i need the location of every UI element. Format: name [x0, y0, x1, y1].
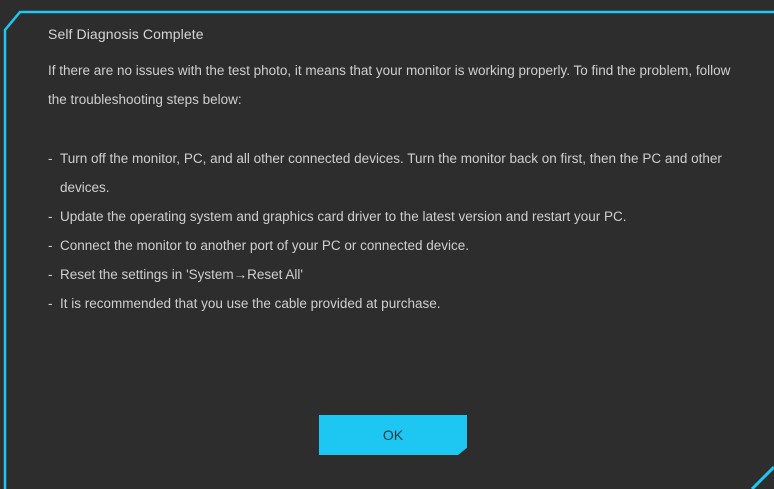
list-bullet: -: [48, 238, 53, 253]
step-text: Update the operating system and graphics…: [60, 209, 627, 224]
step-text: Connect the monitor to another port of y…: [60, 238, 469, 253]
dialog-message: If there are no issues with the test pho…: [48, 63, 731, 107]
troubleshooting-steps-list: - Turn off the monitor, PC, and all other…: [48, 144, 748, 318]
list-item: - Update the operating system and graphic…: [48, 202, 748, 231]
list-item: - Turn off the monitor, PC, and all other…: [48, 144, 748, 202]
self-diagnosis-dialog: Self Diagnosis Complete If there are no …: [0, 0, 774, 489]
list-item: - Connect the monitor to another port of …: [48, 231, 748, 260]
list-bullet: -: [48, 296, 53, 311]
list-item: - It is recommended that you use the cabl…: [48, 289, 748, 318]
list-item: - Reset the settings in 'System→Reset All…: [48, 260, 748, 289]
list-bullet: -: [48, 209, 53, 224]
list-bullet: -: [48, 151, 53, 166]
step-text: Turn off the monitor, PC, and all other …: [60, 151, 722, 195]
dialog-title: Self Diagnosis Complete: [48, 26, 204, 42]
step-text: Reset the settings in 'System→Reset All': [60, 267, 304, 282]
ok-button[interactable]: OK: [319, 415, 467, 455]
step-text: It is recommended that you use the cable…: [60, 296, 441, 311]
list-bullet: -: [48, 267, 53, 282]
